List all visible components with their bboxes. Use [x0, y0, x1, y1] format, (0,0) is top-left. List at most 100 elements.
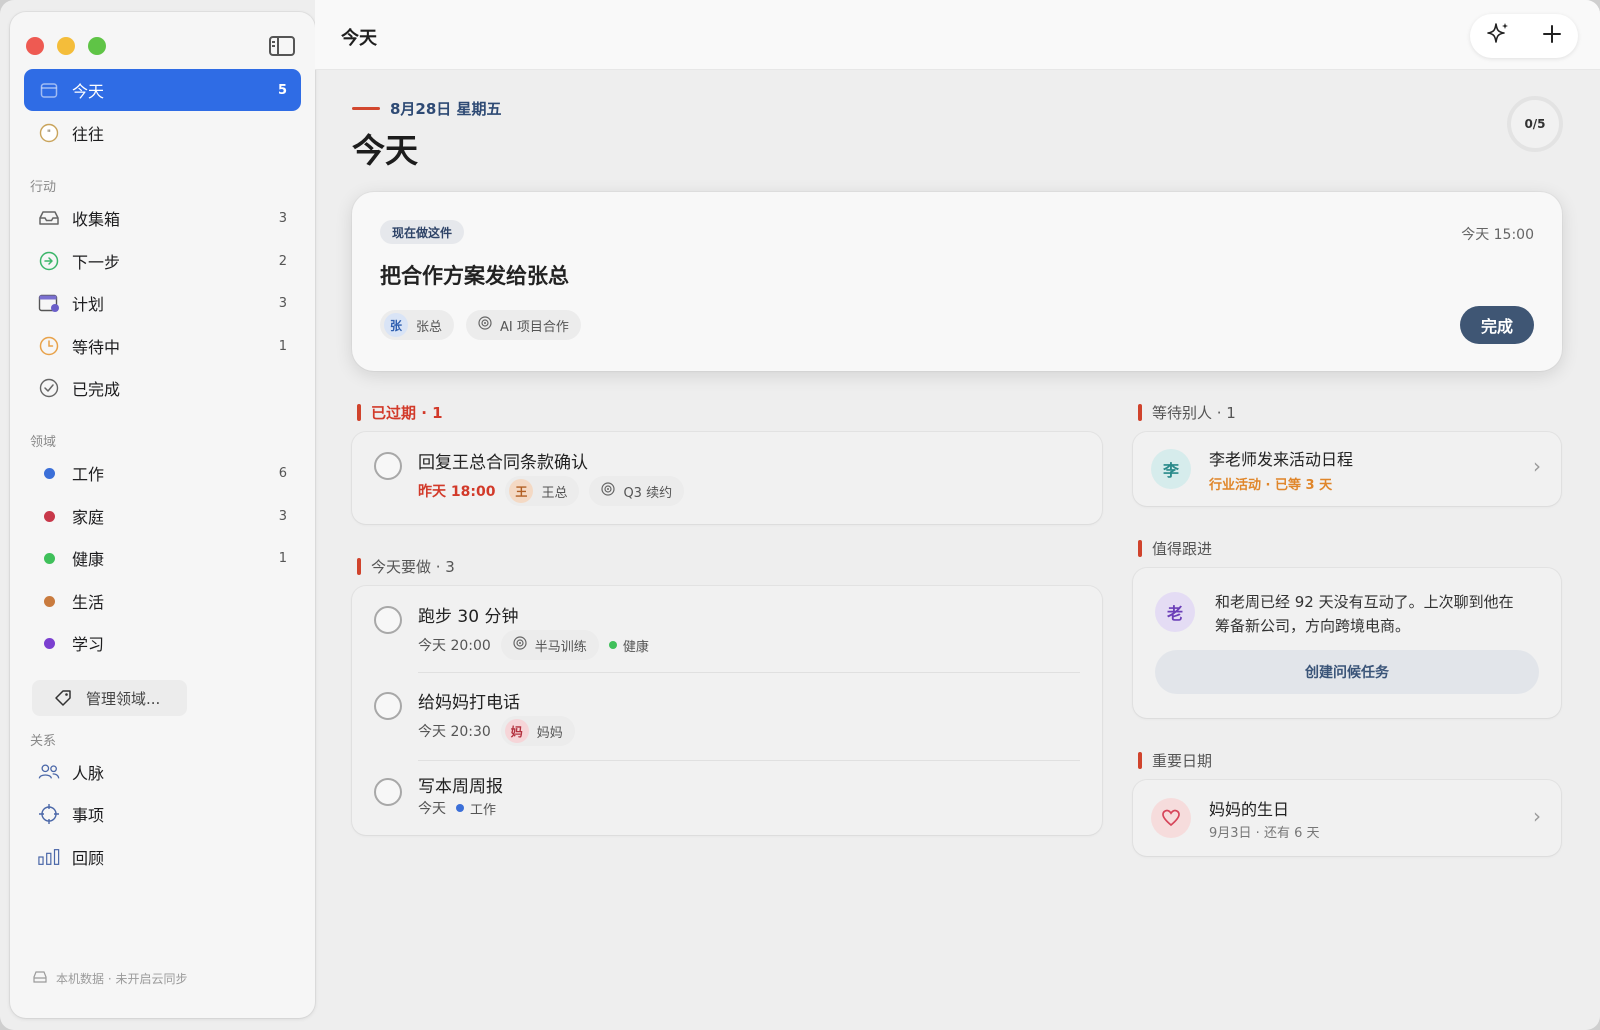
- sidebar-item-area-life[interactable]: 生活: [24, 580, 301, 622]
- manage-areas-button[interactable]: 管理领域...: [32, 680, 187, 716]
- sidebar-item-label: 往往: [72, 125, 105, 144]
- zoom-window-button[interactable]: [88, 37, 106, 55]
- focus-badge: 现在做这件: [380, 220, 465, 244]
- sidebar-item-contacts[interactable]: 人脉: [24, 751, 301, 793]
- sidebar-item-count: 3: [278, 210, 287, 226]
- tag-icon: [52, 687, 74, 709]
- close-window-button[interactable]: [26, 37, 44, 55]
- add-icon[interactable]: [1541, 23, 1563, 49]
- sidebar-item-review[interactable]: 回顾: [24, 836, 301, 878]
- sparkle-icon[interactable]: [1485, 21, 1511, 51]
- sidebar-item-label: 工作: [72, 465, 105, 484]
- person-chip[interactable]: 王 王总: [505, 476, 580, 506]
- current-date: 8月28日 星期五: [390, 100, 502, 118]
- person-chip[interactable]: 张 张总: [380, 310, 455, 340]
- project-chip[interactable]: AI 项目合作: [466, 310, 581, 340]
- project-name: 半马训练: [534, 639, 587, 655]
- minimize-window-button[interactable]: [57, 37, 75, 55]
- people-icon: [38, 761, 60, 783]
- task-meta: 昨天 18:00 王 王总 Q3 续约: [418, 476, 685, 506]
- waiting-subtitle: 行业活动 · 已等 3 天: [1209, 478, 1333, 493]
- sidebar-item-count: 5: [277, 82, 287, 98]
- project-chip[interactable]: 半马训练: [500, 630, 599, 660]
- sidebar-item-area-family[interactable]: 家庭 3: [24, 495, 301, 537]
- task-row[interactable]: 跑步 30 分钟 今天 20:00 半马训练 健康: [352, 586, 1102, 672]
- toolbar: 今天: [315, 0, 1600, 70]
- area-dot-icon: [38, 590, 60, 612]
- sidebar-item-area-health[interactable]: 健康 1: [24, 537, 301, 579]
- sidebar-item-label: 下一步: [72, 253, 121, 272]
- section-label-actions: 行动: [30, 180, 57, 195]
- dates-heading: 重要日期: [1138, 750, 1212, 771]
- followup-text-line1: 和老周已经 92 天没有互动了。上次聊到他在: [1215, 593, 1514, 611]
- waiting-heading-text: 等待别人 · 1: [1152, 404, 1236, 422]
- person-chip[interactable]: 妈 妈妈: [500, 716, 575, 746]
- sidebar-item-completed[interactable]: 已完成: [24, 367, 301, 409]
- waiting-heading: 等待别人 · 1: [1138, 402, 1236, 423]
- task-row[interactable]: 写本周周报 今天 工作: [352, 760, 1102, 835]
- target-icon: [601, 482, 616, 500]
- today-heading: 今天要做 · 3: [357, 556, 455, 577]
- area-name: 健康: [622, 639, 649, 655]
- task-row[interactable]: 给妈妈打电话 今天 20:30 妈 妈妈: [352, 672, 1102, 760]
- sidebar-item-label: 计划: [72, 295, 105, 314]
- project-chip[interactable]: Q3 续约: [589, 476, 685, 506]
- today-card: 跑步 30 分钟 今天 20:00 半马训练 健康 给妈妈打电话 今天 20:3…: [352, 586, 1102, 835]
- sidebar: 今天 5 " 往往 行动 收集箱 3 下一步 2 计划 3 等待中 1 已完成 …: [10, 12, 315, 1018]
- section-label-areas: 领域: [30, 435, 57, 450]
- overdue-card: 回复王总合同条款确认 昨天 18:00 王 王总 Q3 续约: [352, 432, 1102, 524]
- task-checkbox[interactable]: [374, 606, 402, 634]
- dates-heading-text: 重要日期: [1152, 752, 1213, 770]
- task-checkbox[interactable]: [374, 692, 402, 720]
- task-checkbox[interactable]: [374, 452, 402, 480]
- sidebar-item-area-study[interactable]: 学习: [24, 622, 301, 664]
- task-due-time: 今天 20:00: [418, 638, 491, 654]
- sidebar-item-matters[interactable]: 事项: [24, 793, 301, 835]
- calendar-plan-icon: [38, 292, 60, 314]
- section-label-relations: 关系: [30, 734, 57, 749]
- area-tag: 工作: [456, 799, 496, 818]
- sidebar-item-count: 1: [278, 550, 287, 566]
- sidebar-item-area-work[interactable]: 工作 6: [24, 452, 301, 494]
- chevron-right-icon: ›: [1533, 804, 1541, 828]
- important-date-card[interactable]: 妈妈的生日 9月3日 · 还有 6 天 ›: [1133, 780, 1561, 856]
- sidebar-toggle-icon[interactable]: [269, 36, 295, 56]
- followup-heading: 值得跟进: [1138, 538, 1212, 559]
- sidebar-item-label: 已完成: [72, 380, 121, 399]
- section-bar: [1138, 404, 1142, 421]
- sidebar-item-count: 1: [278, 338, 287, 354]
- quote-icon: ": [38, 122, 60, 144]
- section-bar: [1138, 752, 1142, 769]
- sidebar-item-plan[interactable]: 计划 3: [24, 282, 301, 324]
- waiting-card[interactable]: 李 李老师发来活动日程 行业活动 · 已等 3 天 ›: [1133, 432, 1561, 506]
- task-due-time: 今天 20:30: [418, 724, 491, 740]
- sidebar-item-label: 学习: [72, 635, 105, 654]
- task-checkbox[interactable]: [374, 778, 402, 806]
- task-meta: 今天 工作: [418, 798, 496, 818]
- followup-text-line2: 筹备新公司，方向跨境电商。: [1215, 617, 1411, 635]
- project-name: AI 项目合作: [500, 319, 569, 335]
- manage-areas-label: 管理领域...: [86, 689, 161, 708]
- sidebar-item-waiting[interactable]: 等待中 1: [24, 325, 301, 367]
- chevron-right-icon: ›: [1533, 454, 1541, 478]
- sidebar-item-next[interactable]: 下一步 2: [24, 240, 301, 282]
- sidebar-item-label: 健康: [72, 550, 105, 569]
- progress-ring: 0/5: [1507, 96, 1563, 152]
- create-greeting-task-button[interactable]: 创建问候任务: [1155, 650, 1539, 694]
- complete-button[interactable]: 完成: [1460, 306, 1534, 344]
- calendar-icon: [38, 79, 60, 101]
- task-title: 给妈妈打电话: [418, 693, 520, 713]
- clock-icon: [38, 335, 60, 357]
- date-line: 8月28日 星期五: [352, 98, 502, 119]
- sidebar-item-past[interactable]: " 往往: [24, 112, 301, 154]
- task-title: 回复王总合同条款确认: [418, 453, 588, 473]
- overdue-heading-text: 已过期 · 1: [371, 404, 443, 422]
- sidebar-item-inbox[interactable]: 收集箱 3: [24, 197, 301, 239]
- drive-icon: [32, 970, 48, 987]
- avatar: 张: [384, 313, 408, 337]
- focus-title[interactable]: 把合作方案发给张总: [380, 260, 569, 290]
- toolbar-title: 今天: [341, 28, 377, 49]
- avatar: 王: [509, 479, 534, 503]
- date-subtitle: 9月3日 · 还有 6 天: [1209, 826, 1320, 841]
- sidebar-item-today[interactable]: 今天 5: [24, 69, 301, 111]
